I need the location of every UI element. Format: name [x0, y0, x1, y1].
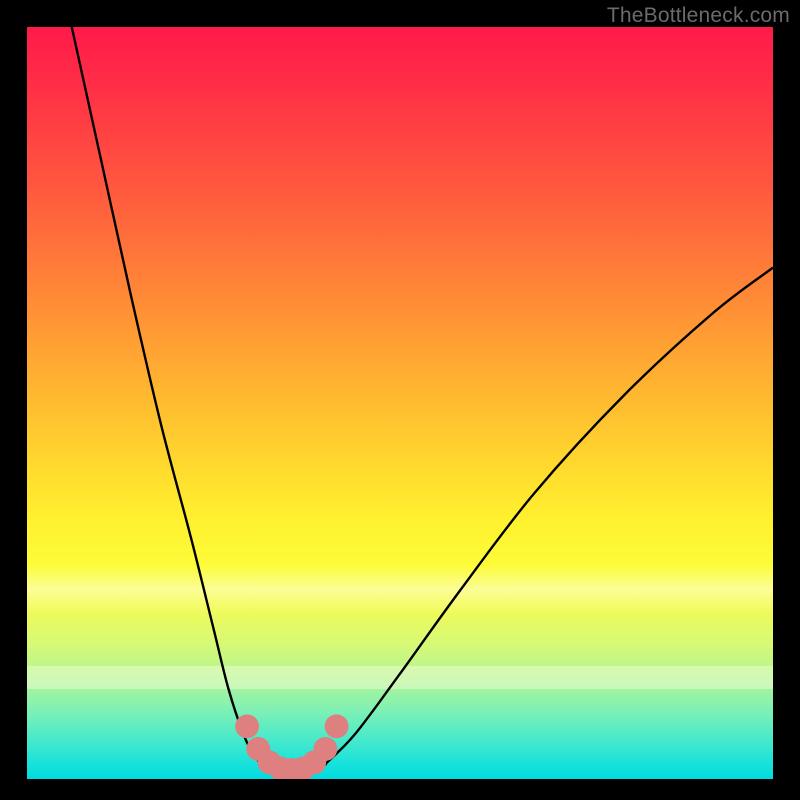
watermark-text: TheBottleneck.com [607, 4, 790, 28]
curve-group [72, 27, 773, 772]
chart-svg [27, 27, 773, 779]
bottleneck-curve [72, 27, 773, 772]
highlight-dot [313, 737, 337, 761]
marker-group [235, 714, 348, 779]
highlight-dot [235, 714, 259, 738]
highlight-dot [325, 714, 349, 738]
outer-frame: TheBottleneck.com [0, 0, 800, 800]
plot-area [27, 27, 773, 779]
